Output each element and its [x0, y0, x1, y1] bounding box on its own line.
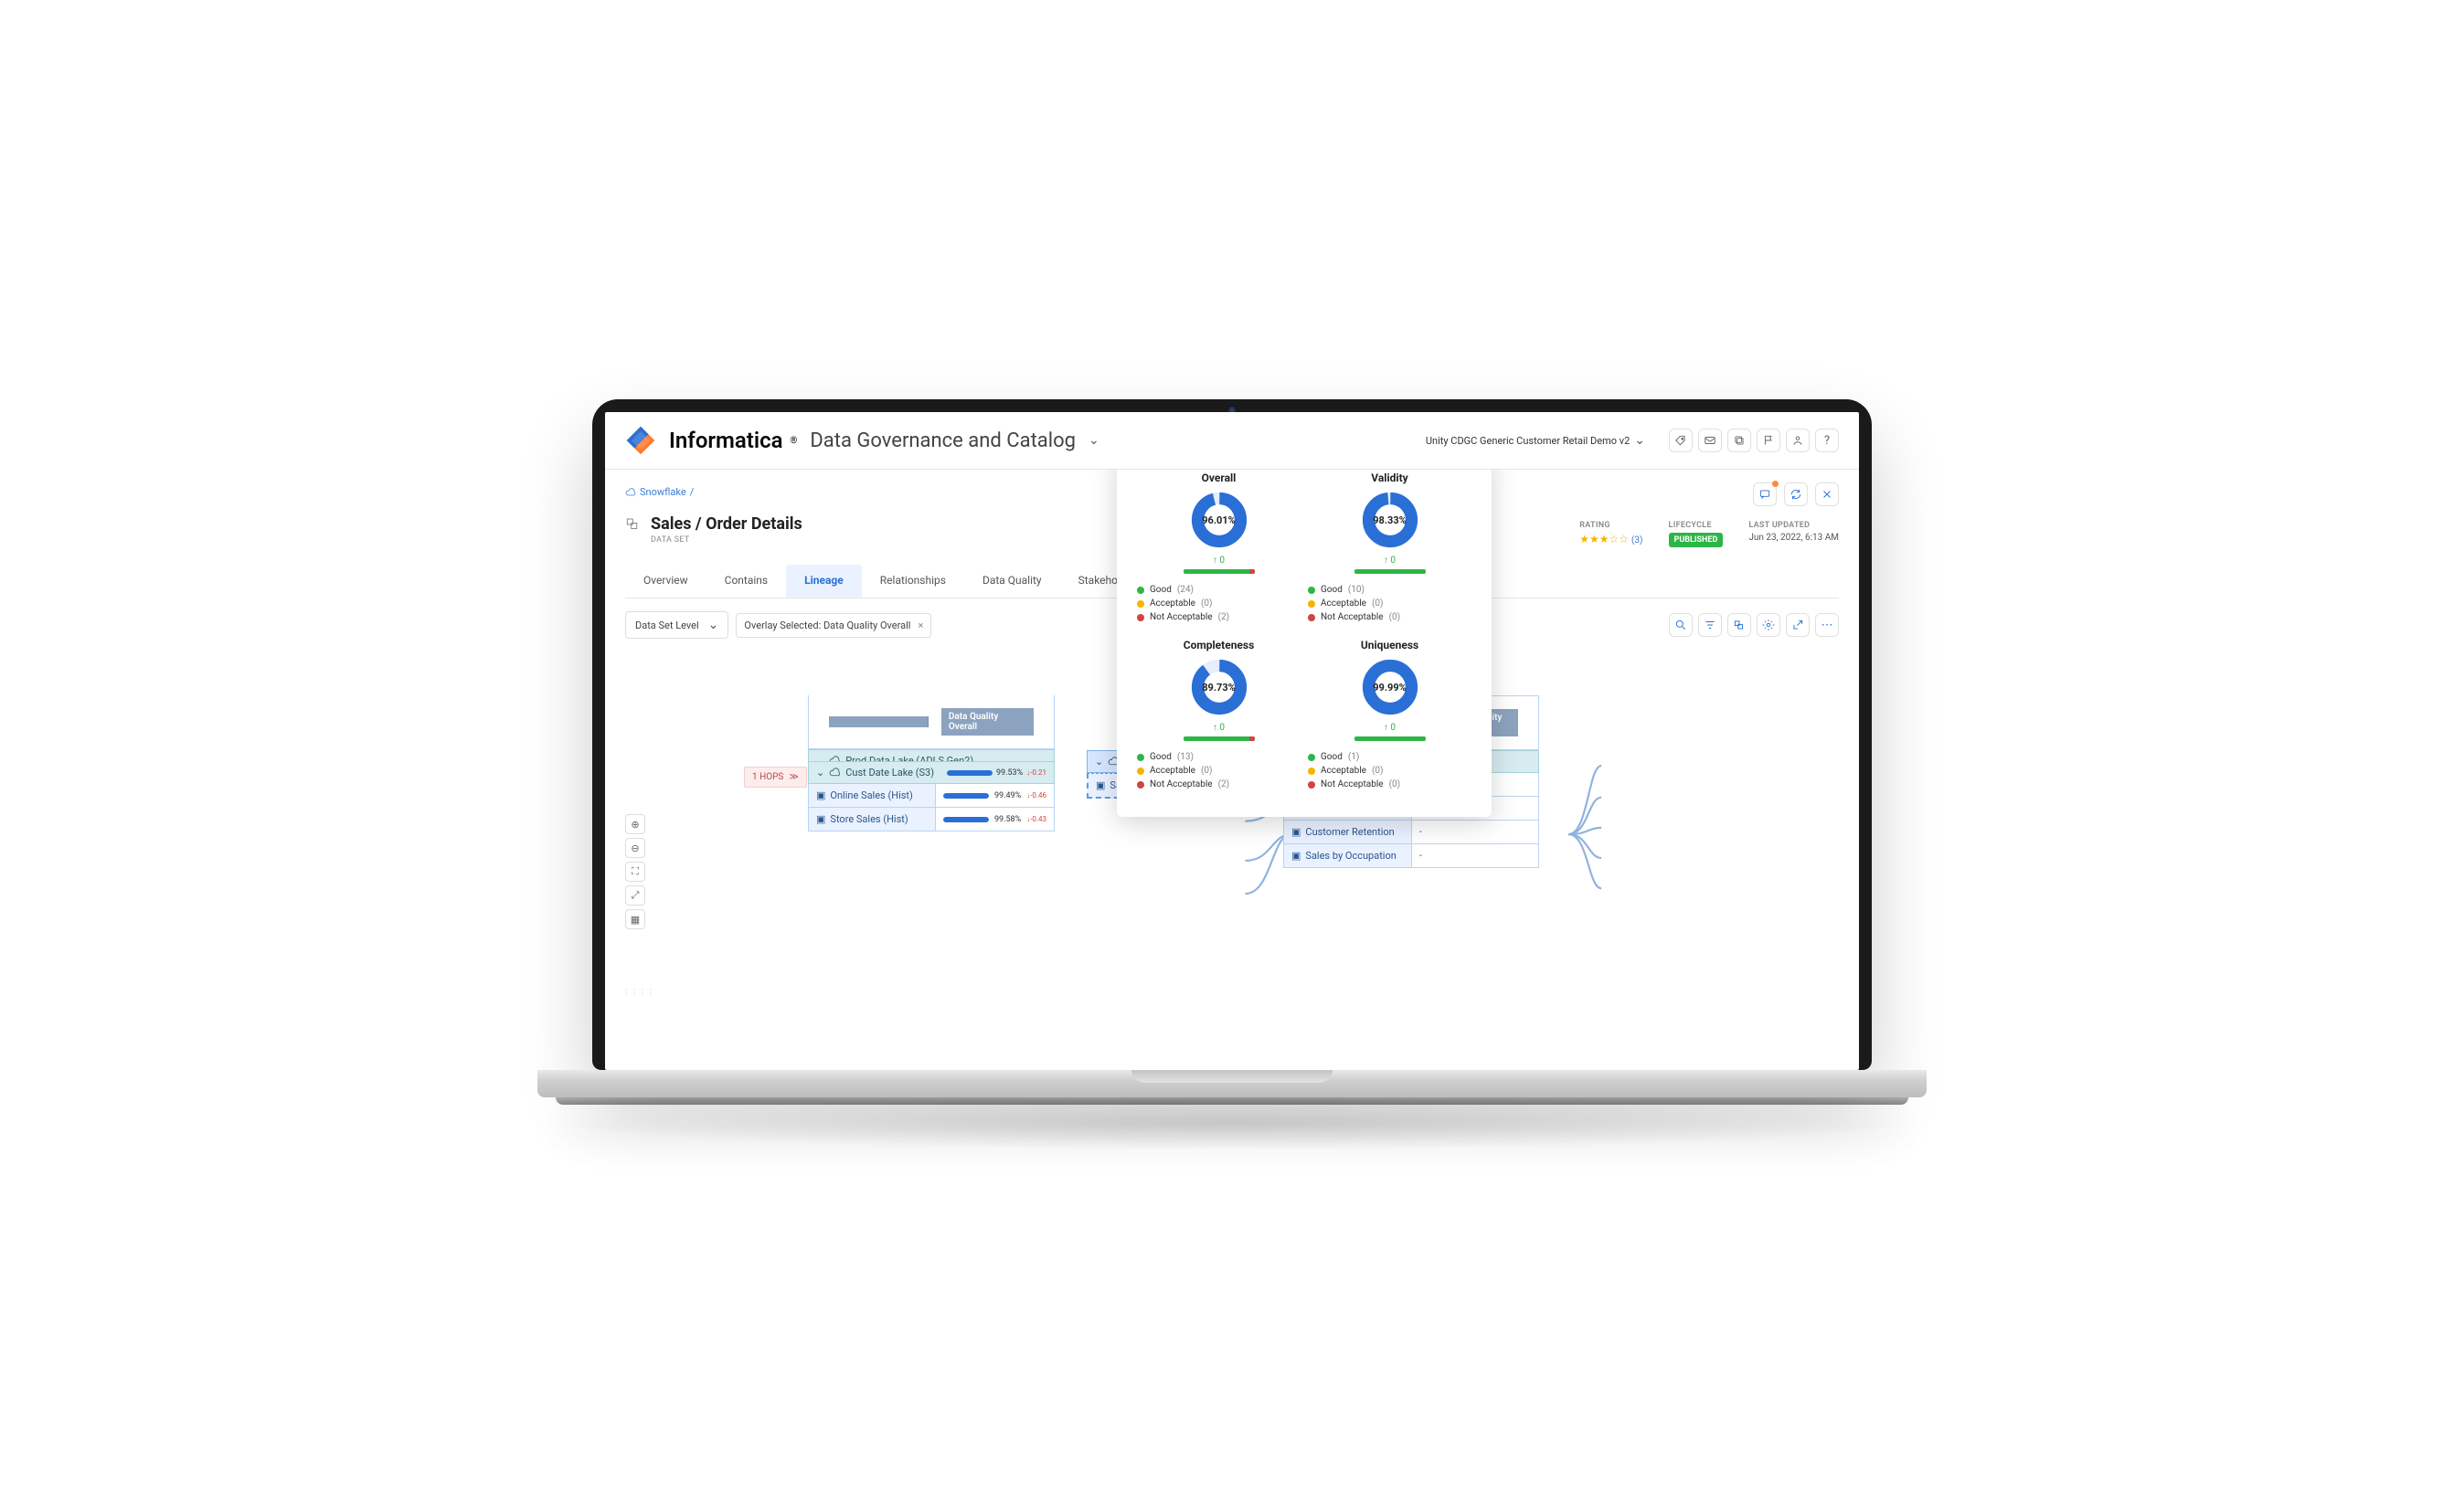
filter-icon[interactable]: [1698, 613, 1722, 637]
chevron-down-icon[interactable]: ⌄: [1089, 433, 1099, 448]
tab-contains[interactable]: Contains: [706, 565, 786, 598]
flag-icon[interactable]: [1757, 429, 1780, 452]
hops-chip[interactable]: 1 HOPS ≫: [744, 767, 807, 788]
group-cust-lake[interactable]: ⌄ Cust Date Lake (S3) 99.53%↓-0.21: [808, 761, 1055, 784]
updated-block: LAST UPDATED Jun 23, 2022, 6:13 AM: [1748, 521, 1839, 543]
level-select[interactable]: Data Set Level⌄: [625, 611, 728, 639]
app-header: Informatica® Data Governance and Catalog…: [605, 412, 1859, 470]
fullscreen-icon[interactable]: ⤢: [625, 885, 645, 906]
tag-icon[interactable]: [1669, 429, 1693, 452]
help-icon[interactable]: ?: [1815, 429, 1839, 452]
tab-data-quality[interactable]: Data Quality: [964, 565, 1060, 598]
refresh-icon[interactable]: [1784, 482, 1808, 506]
node-online-sales[interactable]: ▣ Online Sales (Hist): [809, 784, 936, 807]
brand-name: Informatica®: [669, 428, 797, 453]
user-icon[interactable]: [1786, 429, 1810, 452]
layers-icon[interactable]: [1727, 613, 1751, 637]
rating-block: RATING ★★★☆☆ (3): [1579, 521, 1642, 545]
metric-completeness: Completeness 89.73% ↑ 0 Good (13) Accept…: [1133, 633, 1304, 800]
asset-type: DATA SET: [651, 535, 802, 545]
col-dq: Data Quality Overall: [941, 708, 1034, 736]
overlay-chip[interactable]: Overlay Selected: Data Quality Overall×: [736, 613, 931, 638]
dataset-icon: [625, 516, 642, 533]
mail-icon[interactable]: [1698, 429, 1722, 452]
dq-cell: 99.58%↓-0.43: [936, 808, 1054, 831]
node-customer-retention[interactable]: ▣ Customer Retention: [1284, 821, 1412, 843]
lifecycle-block: LIFECYCLE PUBLISHED: [1669, 521, 1724, 547]
tab-lineage[interactable]: Lineage: [786, 565, 862, 598]
more-icon[interactable]: ⋯: [1815, 613, 1839, 637]
export-icon[interactable]: [1786, 613, 1810, 637]
grid-icon[interactable]: ▦: [625, 909, 645, 929]
metric-overall: Overall 96.01% ↑ 0 Good (24) Acceptable …: [1133, 470, 1304, 633]
zoom-out-icon[interactable]: ⊖: [625, 838, 645, 858]
page-title: Sales / Order Details: [651, 514, 802, 534]
col-name: [829, 716, 929, 727]
tab-overview[interactable]: Overview: [625, 565, 706, 598]
brand-logo-icon: [625, 425, 656, 456]
dq-popover: Overall 96.01% ↑ 0 Good (24) Acceptable …: [1117, 470, 1492, 817]
fit-icon[interactable]: ⛶: [625, 862, 645, 882]
node-store-sales[interactable]: ▣ Store Sales (Hist): [809, 808, 936, 831]
close-icon[interactable]: [1815, 482, 1839, 506]
dq-cell: 99.49%↓-0.46: [936, 784, 1054, 807]
metric-validity: Validity 98.33% ↑ 0 Good (10) Acceptable…: [1304, 470, 1475, 633]
cloud-icon: [625, 487, 636, 498]
zoom-in-icon[interactable]: ⊕: [625, 814, 645, 834]
tab-relationships[interactable]: Relationships: [862, 565, 964, 598]
copy-icon[interactable]: [1727, 429, 1751, 452]
node-sales-by-occupation[interactable]: ▣ Sales by Occupation: [1284, 844, 1412, 867]
search-icon[interactable]: [1669, 613, 1693, 637]
canvas-resize-handle[interactable]: : : : :: [625, 987, 653, 997]
comment-icon[interactable]: [1753, 482, 1777, 506]
project-selector[interactable]: Unity CDGC Generic Customer Retail Demo …: [1426, 433, 1645, 448]
chip-remove-icon[interactable]: ×: [918, 620, 923, 631]
settings-icon[interactable]: [1757, 613, 1780, 637]
metric-uniqueness: Uniqueness 99.99% ↑ 0 Good (1) Acceptabl…: [1304, 633, 1475, 800]
product-name: Data Governance and Catalog: [810, 429, 1076, 452]
